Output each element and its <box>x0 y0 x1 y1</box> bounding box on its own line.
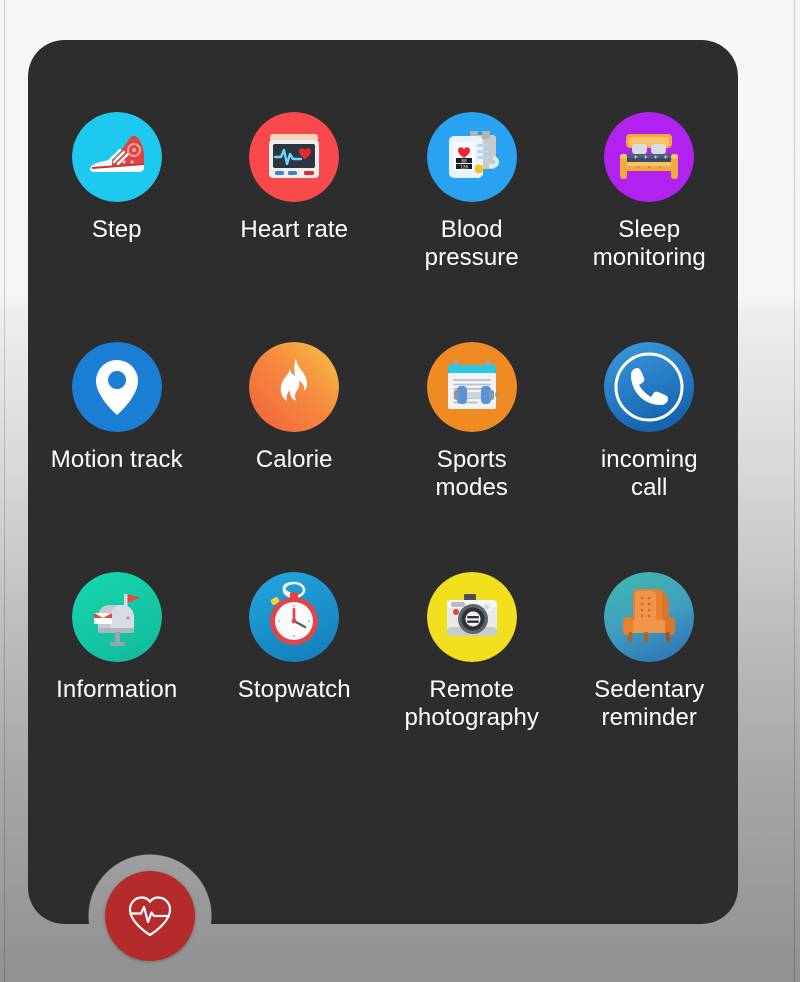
armchair-icon[interactable] <box>604 572 695 662</box>
grid-item-step[interactable]: Step <box>28 112 206 342</box>
grid-item-incoming-call[interactable]: incoming call <box>561 342 739 572</box>
heart-rate-button[interactable] <box>105 871 195 961</box>
camera-icon[interactable] <box>426 572 517 662</box>
grid-item-sedentary-reminder[interactable]: Sedentary reminder <box>561 572 739 802</box>
heart-pulse-icon <box>128 896 172 937</box>
grid-item-remote-photography[interactable]: Remote photography <box>383 572 561 802</box>
grid-item-label: Heart rate <box>240 216 349 243</box>
map-pin-icon[interactable] <box>71 342 162 432</box>
grid-item-label: Calorie <box>255 446 333 473</box>
heart-monitor-icon[interactable] <box>249 112 340 202</box>
mailbox-icon[interactable] <box>71 572 162 662</box>
bed-icon[interactable] <box>604 112 695 202</box>
grid-item-label: Sleep monitoring <box>592 216 706 271</box>
grid-item-label: Information <box>56 676 178 703</box>
grid-item-label: Sports modes <box>435 446 509 501</box>
svg-text:120: 120 <box>460 164 469 170</box>
app-icon-grid: Step Heart rate 88 120 Blood pressure Sl… <box>28 40 738 802</box>
grid-item-sleep-monitoring[interactable]: Sleep monitoring <box>561 112 739 342</box>
grid-item-calorie[interactable]: Calorie <box>206 342 384 572</box>
stopwatch-icon[interactable] <box>249 572 340 662</box>
grid-item-sports-modes[interactable]: Sports modes <box>383 342 561 572</box>
grid-item-motion-track[interactable]: Motion track <box>28 342 206 572</box>
blood-pressure-monitor-icon[interactable]: 88 120 <box>426 112 517 202</box>
sneaker-icon[interactable] <box>71 112 162 202</box>
grid-item-label: Remote photography <box>404 676 540 731</box>
grid-item-information[interactable]: Information <box>28 572 206 802</box>
grid-item-blood-pressure[interactable]: 88 120 Blood pressure <box>383 112 561 342</box>
clipboard-dumbbell-icon[interactable] <box>426 342 517 432</box>
app-root: Step Heart rate 88 120 Blood pressure Sl… <box>0 0 800 982</box>
phone-handset-icon[interactable] <box>604 342 695 432</box>
grid-item-heart-rate[interactable]: Heart rate <box>206 112 384 342</box>
grid-item-stopwatch[interactable]: Stopwatch <box>206 572 384 802</box>
grid-item-label: Sedentary reminder <box>594 676 705 731</box>
grid-item-label: Stopwatch <box>237 676 351 703</box>
grid-item-label: Motion track <box>50 446 183 473</box>
grid-item-label: incoming call <box>600 446 698 501</box>
grid-item-label: Step <box>91 216 142 243</box>
flame-icon[interactable] <box>249 342 340 432</box>
svg-text:88: 88 <box>461 158 467 164</box>
grid-item-label: Blood pressure <box>424 216 519 271</box>
